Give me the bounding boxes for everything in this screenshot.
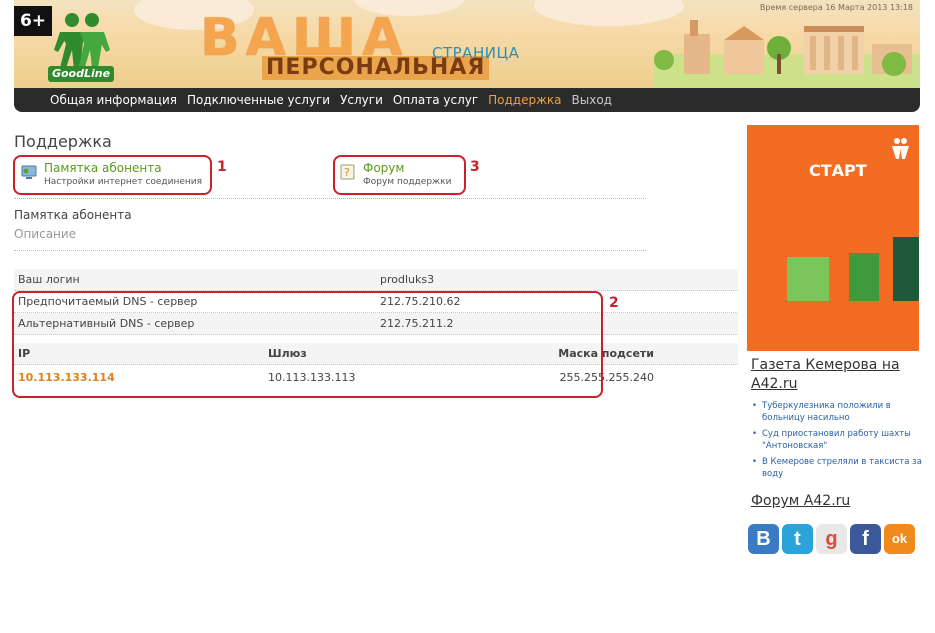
main-nav: Общая информация Подключенные услуги Усл… — [14, 88, 920, 112]
nav-item-services[interactable]: Услуги — [340, 93, 383, 107]
server-time: Время сервера 16 Марта 2013 13:18 — [759, 3, 913, 12]
ad-logo-icon — [892, 138, 909, 159]
nav-item-general-info[interactable]: Общая информация — [50, 93, 177, 107]
odnoklassniki-icon[interactable]: ok — [884, 524, 915, 554]
highlight-box-3 — [333, 155, 466, 195]
cityscape-illustration — [654, 20, 920, 88]
advertisement-banner[interactable]: СТАРТ — [747, 125, 919, 351]
google-icon[interactable]: g — [816, 524, 847, 554]
news-item[interactable]: Туберкулезника положили в больницу насил… — [752, 400, 922, 424]
login-label: Ваш логин — [18, 273, 80, 286]
divider — [14, 198, 646, 199]
divider — [14, 250, 646, 251]
nav-item-payment[interactable]: Оплата услуг — [393, 93, 478, 107]
vkontakte-icon[interactable]: В — [748, 524, 779, 554]
news-section-title[interactable]: Газета Кемерова на A42.ru — [751, 356, 921, 394]
nav-item-connected-services[interactable]: Подключенные услуги — [187, 93, 330, 107]
highlight-box-2 — [12, 291, 603, 398]
memo-section-desc: Описание — [14, 227, 77, 241]
ad-bar-2 — [849, 253, 879, 301]
facebook-icon[interactable]: f — [850, 524, 881, 554]
ad-bar-1 — [787, 257, 829, 301]
highlight-number-2: 2 — [609, 295, 619, 311]
highlight-number-3: 3 — [470, 159, 480, 175]
ad-text: СТАРТ — [809, 161, 867, 180]
highlight-box-1 — [13, 155, 212, 195]
a42-forum-link[interactable]: Форум A42.ru — [751, 493, 850, 509]
page-title: Поддержка — [14, 132, 112, 151]
social-links: В t g f ok — [748, 524, 915, 554]
age-rating-badge: 6+ — [14, 6, 52, 36]
memo-section-title: Памятка абонента — [14, 208, 132, 222]
news-list: Туберкулезника положили в больницу насил… — [752, 400, 922, 484]
highlight-number-1: 1 — [217, 159, 227, 175]
goodline-logo-text: GoodLine — [48, 66, 114, 82]
news-item[interactable]: В Кемерове стреляли в таксиста за воду — [752, 456, 922, 480]
news-item[interactable]: Суд приостановил работу шахты "Антоновск… — [752, 428, 922, 452]
nav-item-support[interactable]: Поддержка — [488, 93, 561, 107]
banner-title-small: СТРАНИЦА — [432, 44, 520, 62]
ad-bar-3 — [893, 237, 919, 301]
nav-item-logout[interactable]: Выход — [572, 93, 612, 107]
twitter-icon[interactable]: t — [782, 524, 813, 554]
table-row: Ваш логин prodluks3 — [14, 269, 738, 291]
login-value: prodluks3 — [380, 273, 435, 286]
